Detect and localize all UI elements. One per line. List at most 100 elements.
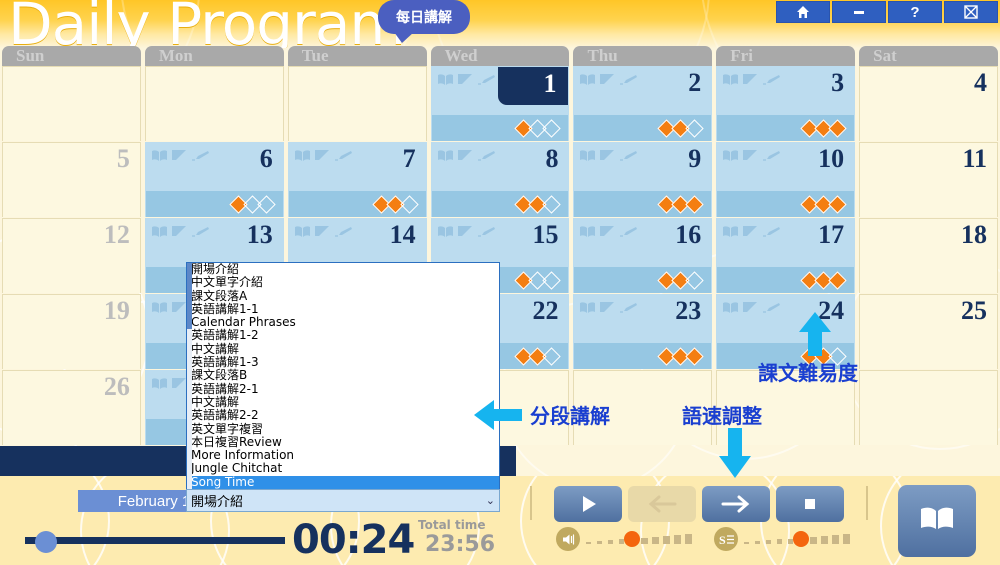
help-icon: ? bbox=[910, 3, 920, 21]
calendar-day-cell-4[interactable]: 4 bbox=[859, 66, 999, 141]
volume-track[interactable] bbox=[586, 531, 704, 547]
book-button[interactable] bbox=[898, 485, 976, 557]
close-button[interactable] bbox=[944, 1, 998, 23]
dropdown-item[interactable]: 英語講解2-2 bbox=[187, 408, 499, 422]
section-combobox[interactable]: 開場介紹 ⌄ bbox=[186, 489, 500, 512]
difficulty-diamonds bbox=[717, 115, 855, 141]
stop-button[interactable] bbox=[776, 486, 844, 522]
day-number: 26 bbox=[103, 372, 130, 401]
cell-icons bbox=[294, 149, 353, 162]
dropdown-item[interactable]: Jungle Chitchat bbox=[187, 462, 499, 476]
help-button[interactable]: ? bbox=[888, 1, 942, 23]
difficulty-diamond bbox=[257, 194, 276, 214]
svg-text:S: S bbox=[719, 533, 726, 547]
annotation-arrow-left bbox=[474, 400, 522, 430]
calendar-day-cell-11[interactable]: 11 bbox=[859, 142, 999, 217]
slider-tick bbox=[744, 542, 749, 544]
slider-tick bbox=[586, 542, 591, 544]
previous-button[interactable] bbox=[628, 486, 696, 522]
cell-icons bbox=[722, 225, 781, 238]
minimize-button[interactable] bbox=[832, 1, 886, 23]
day-number: 15 bbox=[532, 220, 559, 249]
book-icon bbox=[151, 377, 168, 390]
calendar-day-cell-23[interactable]: 23 bbox=[573, 294, 713, 369]
calendar-day-cell-6[interactable]: 6 bbox=[144, 142, 284, 217]
cell-icons bbox=[579, 73, 638, 86]
next-button[interactable] bbox=[702, 486, 770, 522]
dropdown-item[interactable]: 英語講解2-1 bbox=[187, 382, 499, 396]
progress-knob[interactable] bbox=[34, 531, 57, 553]
play-icon bbox=[575, 491, 601, 517]
minimize-icon bbox=[851, 4, 867, 20]
dropdown-item[interactable]: Song Time bbox=[187, 475, 499, 489]
difficulty-diamonds bbox=[288, 191, 426, 217]
cell-icons bbox=[722, 301, 781, 314]
calendar-day-cell-3[interactable]: 3 bbox=[716, 66, 856, 141]
calendar-day-cell-16[interactable]: 16 bbox=[573, 218, 713, 293]
day-number: 23 bbox=[675, 296, 702, 325]
pencil-icon bbox=[191, 225, 210, 238]
card-icon bbox=[742, 149, 759, 162]
dropdown-item[interactable]: 英語講解1-1 bbox=[187, 302, 499, 316]
slider-knob[interactable] bbox=[624, 531, 640, 547]
progress-track[interactable] bbox=[25, 537, 285, 544]
calendar-day-cell-1[interactable]: 1 bbox=[430, 66, 570, 141]
day-number: 5 bbox=[116, 144, 130, 173]
day-number: 6 bbox=[259, 144, 273, 173]
card-icon bbox=[599, 73, 616, 86]
slider-tick bbox=[608, 540, 613, 544]
calendar-day-cell-26[interactable]: 26 bbox=[2, 370, 141, 445]
calendar-day-cell-2[interactable]: 2 bbox=[573, 66, 713, 141]
calendar-day-cell-19[interactable]: 19 bbox=[2, 294, 141, 369]
pencil-icon bbox=[762, 301, 781, 314]
play-button[interactable] bbox=[554, 486, 622, 522]
cell-icons bbox=[579, 149, 638, 162]
card-icon bbox=[171, 149, 188, 162]
section-dropdown-list[interactable]: 開場介紹 中文單字介紹 課文段落A 英語講解1-1 Calendar Phrases 英語… bbox=[186, 262, 500, 490]
difficulty-diamond bbox=[685, 270, 704, 290]
speed-track[interactable] bbox=[744, 531, 862, 547]
calendar-day-cell-7[interactable]: 7 bbox=[287, 142, 427, 217]
calendar-day-header-fri: Fri bbox=[716, 46, 856, 66]
dropdown-scrollbar[interactable] bbox=[187, 263, 192, 489]
card-icon bbox=[599, 149, 616, 162]
calendar-day-cell-10[interactable]: 10 bbox=[716, 142, 856, 217]
cell-icons bbox=[579, 225, 638, 238]
speed-slider[interactable]: S bbox=[714, 527, 862, 551]
dropdown-item[interactable]: More Information bbox=[187, 448, 499, 462]
page-title: Daily Program bbox=[8, 0, 406, 48]
dropdown-item[interactable]: 課文段落A bbox=[187, 289, 499, 303]
day-number: 4 bbox=[974, 68, 988, 97]
difficulty-diamonds bbox=[431, 115, 569, 141]
difficulty-diamond bbox=[685, 194, 704, 214]
calendar-day-cell-18[interactable]: 18 bbox=[859, 218, 999, 293]
annotation-speed: 語速調整 bbox=[682, 404, 762, 428]
volume-slider[interactable] bbox=[556, 527, 704, 551]
slider-knob[interactable] bbox=[793, 531, 809, 547]
pencil-icon bbox=[762, 149, 781, 162]
daily-program-window: Daily Program 每日講解 ? Sun Mon Tue Wed Thu… bbox=[0, 0, 1000, 565]
cell-icons bbox=[437, 149, 496, 162]
calendar-day-cell-12[interactable]: 12 bbox=[2, 218, 141, 293]
difficulty-diamonds bbox=[574, 115, 712, 141]
calendar-day-header-tue: Tue bbox=[287, 46, 427, 66]
book-icon bbox=[437, 149, 454, 162]
calendar-day-cell-8[interactable]: 8 bbox=[430, 142, 570, 217]
progress-slider[interactable] bbox=[25, 531, 285, 553]
dropdown-scroll-thumb[interactable] bbox=[187, 263, 192, 329]
calendar-week-row: 12 13 14 15 16 17 18 bbox=[0, 218, 1000, 294]
dropdown-item[interactable]: 課文段落B bbox=[187, 369, 499, 383]
calendar-day-cell-25[interactable]: 25 bbox=[859, 294, 999, 369]
dropdown-item[interactable]: 中文單字介紹 bbox=[187, 275, 499, 289]
dropdown-item[interactable]: 英文單字複習 bbox=[187, 422, 499, 436]
cell-icons bbox=[437, 225, 496, 238]
calendar-day-cell-9[interactable]: 9 bbox=[573, 142, 713, 217]
dropdown-item[interactable]: 英語講解1-2 bbox=[187, 329, 499, 343]
calendar-day-cell-17[interactable]: 17 bbox=[716, 218, 856, 293]
day-number: 1 bbox=[543, 69, 557, 98]
home-button[interactable] bbox=[776, 1, 830, 23]
dropdown-item[interactable]: 本日複習Review bbox=[187, 435, 499, 449]
pencil-icon bbox=[762, 225, 781, 238]
day-number: 13 bbox=[246, 220, 273, 249]
calendar-day-cell-5[interactable]: 5 bbox=[2, 142, 141, 217]
